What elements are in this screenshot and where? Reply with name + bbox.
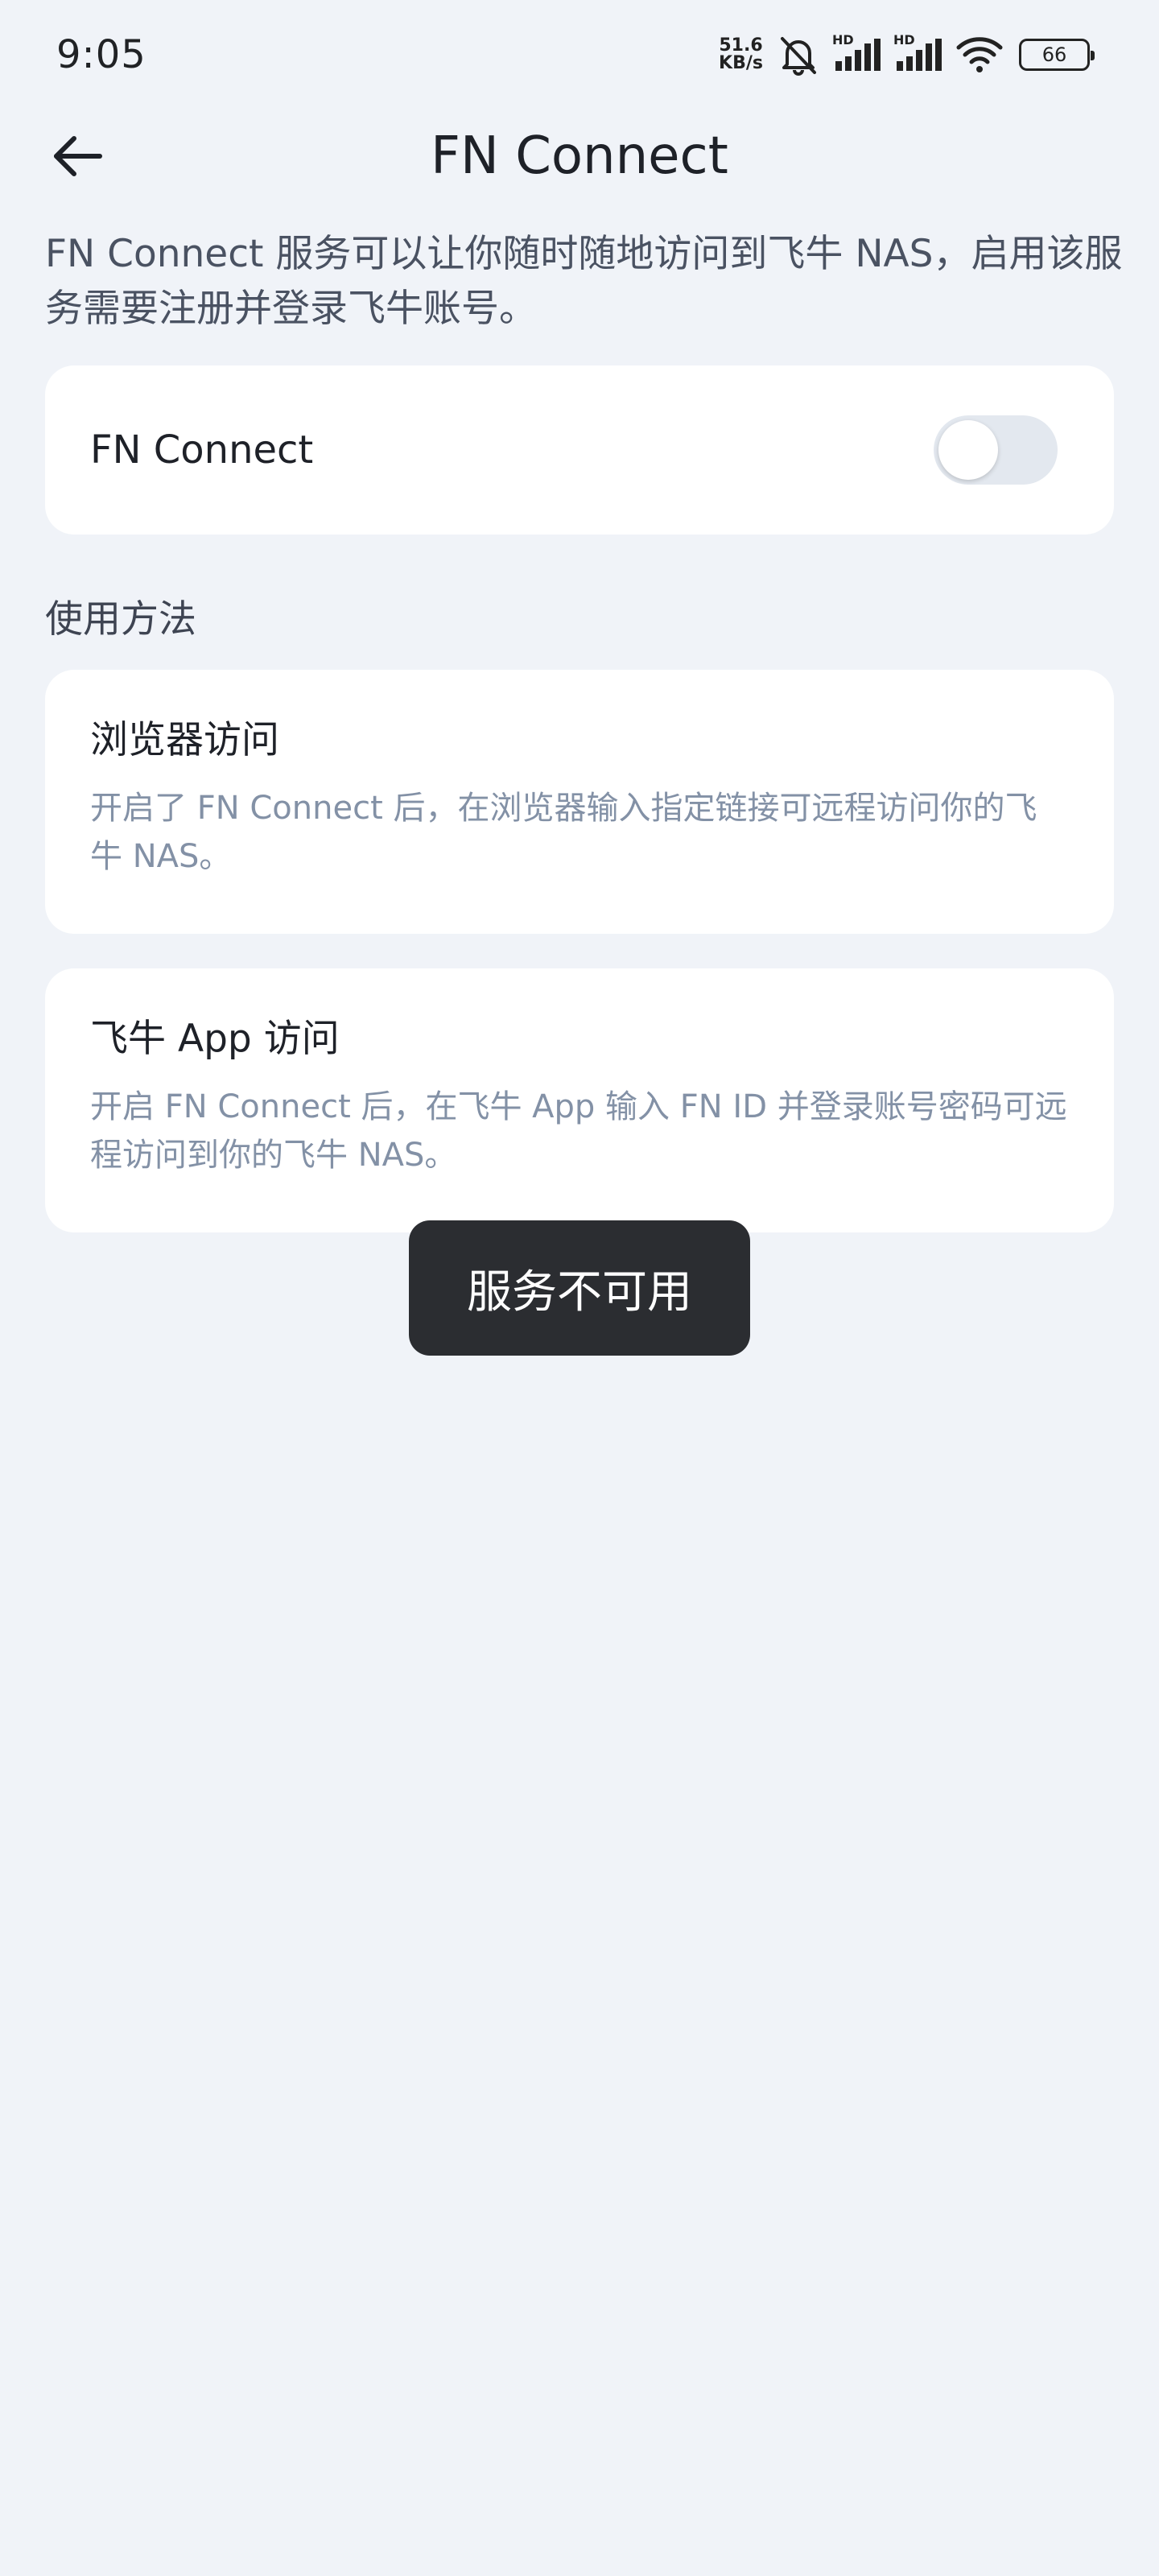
battery-level: 66 [1041, 43, 1067, 66]
status-bar: 9:05 51.6 KB/s HD HD 66 [0, 0, 1159, 109]
signal-hd-1: HD [832, 32, 882, 72]
method-card-app: 飞牛 App 访问 开启 FN Connect 后，在飞牛 App 输入 FN … [45, 968, 1114, 1232]
page-title: FN Connect [431, 126, 728, 186]
network-speed-unit: KB/s [719, 53, 763, 73]
usage-section-title: 使用方法 [45, 597, 196, 642]
fn-connect-toggle-card: FN Connect [45, 365, 1114, 535]
hd-label: HD [832, 32, 854, 47]
switch-knob [938, 420, 998, 480]
network-speed: 51.6 KB/s [719, 37, 763, 72]
signal-hd-2: HD [893, 32, 943, 72]
hd-label: HD [893, 32, 915, 47]
method-title: 浏览器访问 [90, 718, 279, 762]
method-description: 开启了 FN Connect 后，在浏览器输入指定链接可远程访问你的飞牛 NAS… [90, 790, 1037, 875]
status-icons: 51.6 KB/s HD HD 66 [719, 32, 1095, 76]
battery-icon: 66 [1019, 39, 1095, 71]
mute-icon [776, 34, 821, 76]
app-header: FN Connect [0, 109, 1159, 203]
method-title: 飞牛 App 访问 [90, 1017, 340, 1061]
network-speed-value: 51.6 [719, 35, 763, 56]
fn-connect-switch[interactable] [934, 415, 1058, 485]
intro-description: FN Connect 服务可以让你随时随地访问到飞牛 NAS，启用该服务需要注册… [45, 232, 1123, 331]
status-time: 9:05 [56, 32, 146, 77]
toggle-label: FN Connect [90, 427, 314, 473]
toast-message: 服务不可用 [409, 1220, 750, 1356]
method-description: 开启 FN Connect 后，在飞牛 App 输入 FN ID 并登录账号密码… [90, 1088, 1067, 1174]
method-card-browser: 浏览器访问 开启了 FN Connect 后，在浏览器输入指定链接可远程访问你的… [45, 670, 1114, 934]
wifi-icon [956, 36, 1003, 73]
